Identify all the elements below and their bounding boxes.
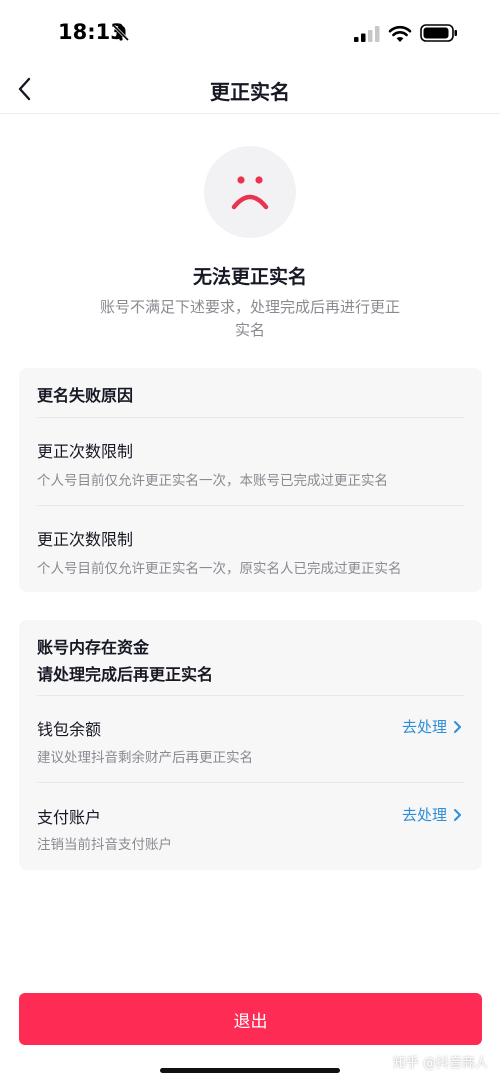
chevron-right-icon: [454, 720, 461, 733]
failure-card-heading: 更名失败原因: [37, 386, 134, 405]
result-title: 无法更正实名: [192, 266, 307, 288]
payment-account-description: 注销当前抖音支付账户: [37, 837, 172, 853]
chevron-right-icon: [454, 808, 461, 821]
reason-description: 个人号目前仅允许更正实名一次，本账号已完成过更正实名: [37, 473, 388, 489]
funds-card-heading-line2: 请处理完成后再更正实名: [37, 665, 214, 684]
funds-card-heading-line1: 账号内存在资金: [37, 638, 150, 657]
reason-title: 更正次数限制: [37, 442, 134, 461]
page-title: 更正实名: [210, 80, 290, 104]
payment-account-title: 支付账户: [37, 808, 102, 827]
result-description: 账号不满足下述要求，处理完成后再进行更正实名: [100, 298, 401, 339]
action-label: 去处理: [401, 806, 447, 824]
divider: [37, 695, 464, 696]
sad-face-icon: [231, 176, 269, 210]
payment-account-action[interactable]: 去处理: [402, 804, 462, 825]
divider: [37, 505, 464, 506]
reason-description: 个人号目前仅允许更正实名一次，原实名人已完成过更正实名: [37, 561, 402, 577]
wifi-icon: [388, 25, 412, 42]
wallet-balance-action[interactable]: 去处理: [402, 716, 462, 737]
failure-reasons-card: 更名失败原因 更正次数限制 个人号目前仅允许更正实名一次，本账号已完成过更正实名…: [19, 368, 482, 592]
bell-off-icon: [112, 24, 130, 42]
result-icon-circle: [204, 146, 296, 238]
wallet-balance-title: 钱包余额: [37, 720, 102, 739]
reason-title: 更正次数限制: [37, 530, 134, 549]
action-label: 去处理: [401, 718, 447, 736]
status-bar: 18:13: [0, 0, 500, 68]
signal-icon: [354, 26, 380, 42]
watermark: 知乎 @抖音商人: [392, 1056, 488, 1071]
exit-button[interactable]: 退出: [19, 993, 482, 1045]
divider: [37, 782, 464, 783]
battery-icon: [420, 24, 457, 42]
account-funds-card: 账号内存在资金 请处理完成后再更正实名 钱包余额 去处理 建议处理抖音剩余财产后…: [19, 620, 482, 870]
nav-bar: 更正实名: [0, 68, 500, 114]
divider: [37, 417, 464, 418]
home-indicator[interactable]: [160, 1068, 340, 1073]
wallet-balance-description: 建议处理抖音剩余财产后再更正实名: [37, 750, 253, 766]
